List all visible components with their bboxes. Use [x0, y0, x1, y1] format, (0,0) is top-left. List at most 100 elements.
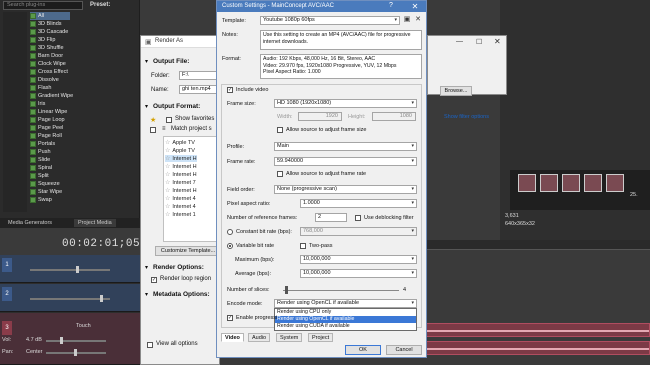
constant-bitrate-radio[interactable]: [227, 229, 233, 235]
list-item[interactable]: Slide: [30, 156, 50, 164]
list-item[interactable]: Split: [30, 172, 49, 180]
collapse-icon[interactable]: ▾: [145, 264, 148, 271]
slices-slider[interactable]: [283, 290, 399, 291]
close-icon[interactable]: ✕: [405, 1, 425, 12]
customize-template-button[interactable]: Customize Template...: [155, 246, 221, 256]
dropdown-option[interactable]: Render using CPU only: [275, 309, 416, 316]
list-item[interactable]: All: [30, 12, 70, 20]
include-video-checkbox[interactable]: ✓: [227, 87, 233, 93]
tab-media-generators[interactable]: Media Generators: [4, 219, 56, 227]
collapse-icon[interactable]: ▾: [145, 103, 148, 110]
list-item[interactable]: Page Peel: [30, 124, 63, 132]
list-item[interactable]: 3D Shuffle: [30, 44, 64, 52]
audio-track-header[interactable]: 3 Vol: 4.7 dB Touch Pan: Center: [0, 313, 140, 365]
tab-project[interactable]: Project: [308, 333, 334, 342]
two-pass-checkbox[interactable]: [300, 243, 306, 249]
list-item[interactable]: Squeeze: [30, 180, 60, 188]
list-item[interactable]: Clock Wipe: [30, 60, 66, 68]
ref-frames-field[interactable]: 2: [315, 213, 347, 222]
list-item[interactable]: Gradient Wipe: [30, 92, 73, 100]
encode-mode-dropdown-list[interactable]: Render using CPU only Render using OpenC…: [274, 308, 417, 331]
help-icon[interactable]: ?: [389, 2, 393, 9]
timeline-tracks[interactable]: [405, 285, 650, 365]
minimize-icon[interactable]: —: [456, 38, 463, 45]
list-item[interactable]: Swap: [30, 196, 52, 204]
notes-field[interactable]: Use this setting to create an MP4 (AVC/A…: [260, 30, 422, 50]
video-track-header[interactable]: 1: [0, 255, 140, 283]
tab-system[interactable]: System: [276, 333, 303, 342]
slider-handle[interactable]: [100, 295, 103, 302]
folder-field[interactable]: F:\: [179, 71, 221, 80]
touch-mode[interactable]: Touch: [76, 323, 91, 329]
frame-size-select[interactable]: HD 1080 (1920x1080) ▾: [274, 99, 417, 108]
list-item[interactable]: Portals: [30, 140, 55, 148]
slider-handle[interactable]: [285, 286, 288, 294]
slider-handle[interactable]: [76, 266, 79, 273]
encode-mode-select[interactable]: Render using OpenCL if available ▾: [274, 299, 417, 308]
tab-project-media[interactable]: Project Media: [74, 219, 116, 227]
audio-clip[interactable]: [425, 341, 650, 355]
list-item[interactable]: Dissolve: [30, 76, 59, 84]
dropdown-option[interactable]: Render using OpenCL if available: [275, 316, 416, 323]
collapse-icon[interactable]: ▾: [145, 291, 148, 298]
list-item[interactable]: Page Roll: [30, 132, 62, 140]
match-project-checkbox[interactable]: [150, 127, 156, 133]
level-slider[interactable]: [30, 269, 110, 271]
audio-clip[interactable]: [425, 323, 650, 337]
view-all-options-checkbox[interactable]: [147, 342, 153, 348]
show-filter-options-link[interactable]: Show filter options: [444, 114, 489, 120]
list-item[interactable]: Cross Effect: [30, 68, 68, 76]
adjust-frame-size-checkbox[interactable]: [277, 127, 283, 133]
video-track-header[interactable]: 2: [0, 284, 140, 312]
list-item[interactable]: Page Loop: [30, 116, 65, 124]
list-item[interactable]: ☆ Internet 4: [165, 195, 196, 203]
show-favorites-checkbox[interactable]: [166, 117, 172, 123]
list-item[interactable]: Iris: [30, 100, 45, 108]
variable-bitrate-radio[interactable]: [227, 243, 233, 249]
list-item[interactable]: Linear Wipe: [30, 108, 67, 116]
list-item[interactable]: Star Wipe: [30, 188, 62, 196]
list-item[interactable]: 3D Flip: [30, 36, 55, 44]
volume-slider[interactable]: [46, 340, 106, 342]
save-icon[interactable]: ▣: [403, 16, 411, 24]
list-item[interactable]: ☆ Internet H: [165, 163, 197, 171]
tab-video[interactable]: Video: [221, 333, 244, 342]
enable-progressive-checkbox[interactable]: ✓: [227, 315, 233, 321]
field-order-select[interactable]: None (progressive scan) ▾: [274, 185, 417, 194]
list-item[interactable]: Push: [30, 148, 51, 156]
pixel-aspect-select[interactable]: 1.0000 ▾: [300, 199, 417, 208]
template-select[interactable]: Youtube 1080p 60fps ▾: [260, 16, 400, 25]
adjust-frame-rate-checkbox[interactable]: [277, 171, 283, 177]
maximize-icon[interactable]: ☐: [476, 38, 482, 46]
dropdown-option[interactable]: Render using CUDA if available: [275, 323, 416, 330]
slider-handle[interactable]: [74, 349, 77, 356]
render-loop-checkbox[interactable]: ✓: [151, 277, 157, 283]
level-slider[interactable]: [30, 298, 110, 300]
cancel-button[interactable]: Cancel: [386, 345, 422, 355]
list-item[interactable]: Spiral: [30, 164, 52, 172]
list-item[interactable]: ☆ Apple TV: [165, 139, 195, 147]
list-item[interactable]: ☆ Internet H: [165, 187, 197, 195]
list-item[interactable]: ☆ Internet H: [165, 171, 197, 179]
plugin-tree[interactable]: [3, 12, 27, 212]
frame-rate-select[interactable]: 59.940000 ▾: [274, 157, 417, 166]
maximum-bps-select[interactable]: 10,000,000 ▾: [300, 255, 417, 264]
deblocking-checkbox[interactable]: [355, 215, 361, 221]
profile-select[interactable]: Main ▾: [274, 142, 417, 151]
browse-button[interactable]: Browse...: [440, 86, 472, 96]
plugin-search-input[interactable]: Search plug-ins: [3, 1, 83, 10]
delete-icon[interactable]: ✕: [414, 16, 422, 24]
list-item[interactable]: ☆ Internet 1: [165, 211, 196, 219]
list-item[interactable]: ☆ Apple TV: [165, 147, 195, 155]
list-item[interactable]: ☆ Internet 7: [165, 179, 196, 187]
list-item[interactable]: 3D Cascade: [30, 28, 68, 36]
list-item[interactable]: Barn Door: [30, 52, 63, 60]
list-item[interactable]: ☆ Internet H: [165, 155, 197, 162]
list-item[interactable]: ☆ Internet 4: [165, 203, 196, 211]
transition-list[interactable]: All 3D Blinds 3D Cascade 3D Flip 3D Shuf…: [28, 12, 133, 212]
collapse-icon[interactable]: ▾: [145, 58, 148, 65]
slider-handle[interactable]: [60, 337, 63, 344]
average-bps-select[interactable]: 10,000,000 ▾: [300, 269, 417, 278]
list-item[interactable]: Flash: [30, 84, 51, 92]
tab-audio[interactable]: Audio: [248, 333, 271, 342]
